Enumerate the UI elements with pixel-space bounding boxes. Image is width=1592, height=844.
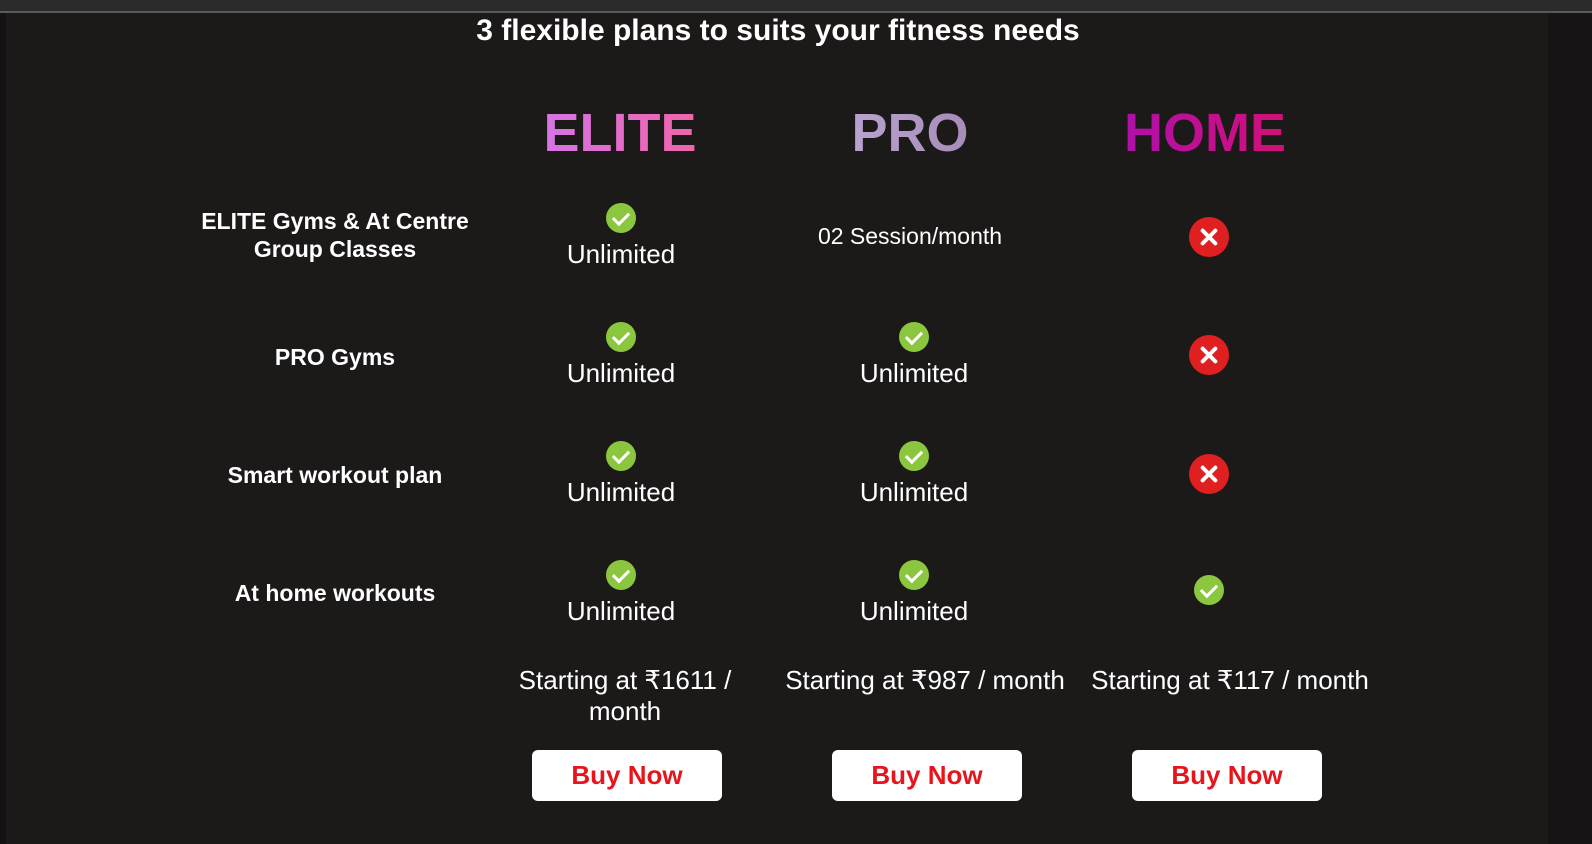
cell-pro-gyms-home bbox=[1059, 335, 1359, 375]
cross-icon bbox=[1189, 454, 1229, 494]
buy-now-button-pro[interactable]: Buy Now bbox=[832, 750, 1022, 801]
cell-smart-workout-home bbox=[1059, 454, 1359, 494]
check-icon bbox=[899, 322, 929, 352]
cell-home-workouts-home bbox=[1059, 575, 1359, 605]
cross-icon bbox=[1189, 335, 1229, 375]
plan-name-pro: PRO bbox=[760, 102, 1060, 164]
cross-icon bbox=[1189, 217, 1229, 257]
cell-home-workouts-elite: Unlimited bbox=[471, 560, 771, 626]
cell-pro-gyms-elite: Unlimited bbox=[471, 322, 771, 388]
cell-value: Unlimited bbox=[859, 596, 969, 626]
check-icon bbox=[606, 560, 636, 590]
cell-value: Unlimited bbox=[859, 358, 969, 388]
check-icon bbox=[1194, 575, 1224, 605]
cell-value: Unlimited bbox=[566, 596, 676, 626]
check-icon bbox=[606, 203, 636, 233]
check-icon bbox=[606, 322, 636, 352]
page-title: 3 flexible plans to suits your fitness n… bbox=[476, 14, 1080, 47]
page-right-edge bbox=[1548, 13, 1592, 844]
feature-label-elite-gyms: ELITE Gyms & At Centre Group Classes bbox=[201, 208, 469, 262]
cell-value: Unlimited bbox=[566, 358, 676, 388]
cell-elite-gyms-home bbox=[1059, 217, 1359, 257]
cell-value: Unlimited bbox=[566, 477, 676, 507]
browser-top-edge bbox=[0, 0, 1592, 13]
plan-name-home: HOME bbox=[1055, 102, 1355, 164]
page-left-edge bbox=[0, 13, 6, 844]
cell-pro-gyms-pro: Unlimited bbox=[764, 322, 1064, 388]
price-elite: Starting at ₹1611 / month bbox=[518, 665, 732, 726]
cell-elite-gyms-elite: Unlimited bbox=[471, 203, 771, 269]
cell-smart-workout-pro: Unlimited bbox=[764, 441, 1064, 507]
feature-label-pro-gyms: PRO Gyms bbox=[274, 344, 396, 370]
check-icon bbox=[606, 441, 636, 471]
cell-smart-workout-elite: Unlimited bbox=[471, 441, 771, 507]
feature-label-home-workouts: At home workouts bbox=[234, 580, 436, 606]
check-icon bbox=[899, 441, 929, 471]
plan-name-elite: ELITE bbox=[470, 102, 770, 164]
cell-value: 02 Session/month bbox=[817, 223, 1003, 249]
cell-value: Unlimited bbox=[859, 477, 969, 507]
price-pro: Starting at ₹987 / month bbox=[785, 665, 1065, 695]
feature-label-smart-workout: Smart workout plan bbox=[227, 462, 443, 488]
cell-value: Unlimited bbox=[566, 239, 676, 269]
buy-now-button-home[interactable]: Buy Now bbox=[1132, 750, 1322, 801]
price-home: Starting at ₹117 / month bbox=[1091, 665, 1369, 695]
cell-home-workouts-pro: Unlimited bbox=[764, 560, 1064, 626]
buy-now-button-elite[interactable]: Buy Now bbox=[532, 750, 722, 801]
check-icon bbox=[899, 560, 929, 590]
cell-elite-gyms-pro: 02 Session/month bbox=[760, 222, 1060, 250]
